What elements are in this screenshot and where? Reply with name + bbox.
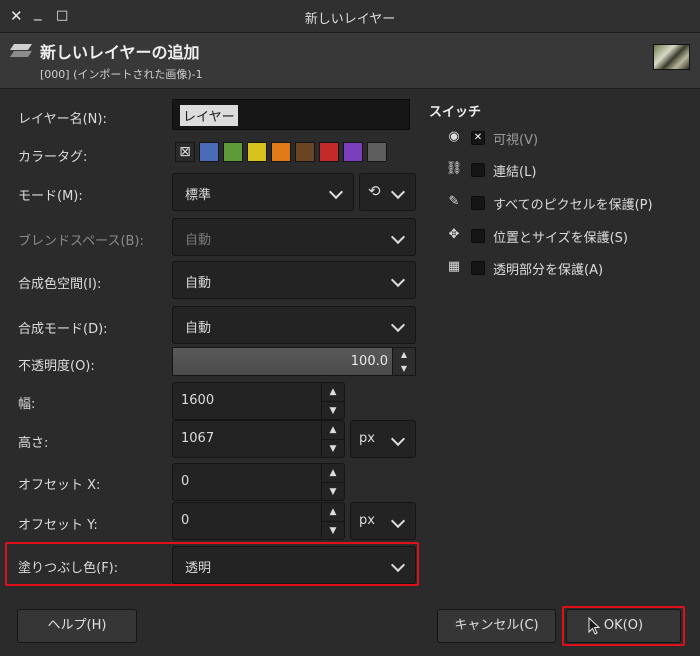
color-tag-swatch[interactable] (319, 142, 339, 162)
switch-checkbox[interactable] (471, 261, 485, 275)
increment-icon[interactable]: ▲ (322, 464, 344, 482)
opacity-spin-arrows: ▲ ▼ (392, 348, 415, 375)
mode-switch-icon: ⟲ (368, 182, 381, 200)
color-tag-swatch[interactable] (271, 142, 291, 162)
help-button[interactable]: ヘルプ(H) (17, 609, 137, 643)
offset-unit-value: px (359, 513, 375, 528)
mode-value: 標準 (185, 188, 212, 203)
width-value: 1600 (181, 393, 215, 408)
window-title: 新しいレイヤー (304, 12, 396, 27)
width-spinner[interactable]: 1600 ▲ ▼ (172, 382, 345, 420)
size-unit-select[interactable]: px (350, 420, 416, 458)
offset-y-label: オフセット Y: (18, 518, 98, 533)
decrement-icon[interactable]: ▼ (322, 401, 344, 420)
opacity-label: 不透明度(O): (18, 359, 95, 374)
color-tag-swatch[interactable] (295, 142, 315, 162)
height-spinner[interactable]: 1067 ▲ ▼ (172, 420, 345, 458)
chevron-down-icon (390, 317, 406, 333)
switch-label: 連結(L) (493, 165, 537, 180)
chevron-down-icon (390, 229, 406, 245)
offset-y-value: 0 (181, 513, 190, 528)
move-icon: ✥ (448, 227, 460, 242)
chevron-down-icon (390, 272, 406, 288)
decrement-icon[interactable]: ▼ (322, 439, 344, 458)
switch-label: 位置とサイズを保護(S) (493, 231, 629, 246)
chevron-down-icon (328, 184, 344, 200)
composite-space-value: 自動 (185, 276, 212, 291)
layer-name-value: レイヤー (180, 105, 238, 126)
decrement-icon[interactable]: ▼ (322, 482, 344, 501)
color-tag-swatch[interactable] (247, 142, 267, 162)
chevron-down-icon (390, 184, 406, 200)
size-unit-value: px (359, 431, 375, 446)
image-thumbnail (653, 44, 690, 70)
offset-x-spinner[interactable]: 0 ▲ ▼ (172, 463, 345, 501)
chevron-down-icon (390, 431, 406, 447)
dialog-title: 新しいレイヤーの追加 (40, 43, 200, 62)
width-label: 幅: (18, 397, 36, 412)
chevron-down-icon (390, 513, 406, 529)
color-tag-none[interactable]: ⊠ (175, 142, 195, 162)
composite-space-label: 合成色空間(I): (18, 277, 102, 292)
mode-select[interactable]: 標準 (172, 173, 354, 211)
new-layer-icon (10, 44, 32, 57)
window-titlebar: ✕ _ □ 新しいレイヤー (0, 0, 700, 33)
decrement-icon[interactable]: ▼ (393, 362, 415, 375)
switches-title: スイッチ (429, 105, 482, 120)
switch-label: 可視(V) (493, 133, 539, 148)
increment-icon[interactable]: ▲ (322, 421, 344, 439)
checkerboard-icon: ▦ (447, 259, 461, 274)
eye-icon: ◉ (448, 129, 460, 144)
blend-space-label: ブレンドスペース(B): (18, 234, 144, 249)
blend-space-select: 自動 (172, 218, 416, 256)
ok-highlight-box (562, 606, 685, 646)
color-tag-label: カラータグ: (18, 150, 88, 165)
layer-name-label: レイヤー名(N): (18, 112, 107, 127)
chain-icon: ⛓ (445, 161, 463, 176)
paintbrush-icon: ✎ (448, 194, 460, 209)
mode-switch-select[interactable]: ⟲ (359, 173, 416, 211)
decrement-icon[interactable]: ▼ (322, 521, 344, 540)
offset-x-label: オフセット X: (18, 478, 101, 493)
height-label: 高さ: (18, 436, 49, 451)
composite-mode-label: 合成モード(D): (18, 322, 108, 337)
color-tag-swatch[interactable] (343, 142, 363, 162)
offset-x-value: 0 (181, 474, 190, 489)
opacity-value: 100.0 (350, 354, 388, 369)
switch-checkbox: ✕ (471, 131, 485, 145)
composite-mode-select[interactable]: 自動 (172, 306, 416, 344)
color-tag-swatch[interactable] (223, 142, 243, 162)
offset-y-spinner[interactable]: 0 ▲ ▼ (172, 502, 345, 540)
switch-checkbox[interactable] (471, 163, 485, 177)
composite-space-select[interactable]: 自動 (172, 261, 416, 299)
fill-highlight-box (5, 542, 419, 586)
height-value: 1067 (181, 431, 215, 446)
switch-checkbox[interactable] (471, 196, 485, 210)
opacity-slider[interactable]: 100.0 ▲ ▼ (172, 347, 416, 376)
increment-icon[interactable]: ▲ (322, 503, 344, 521)
mode-label: モード(M): (18, 189, 83, 204)
dialog-header: 新しいレイヤーの追加 [000] (インポートされた画像)-1 (0, 33, 700, 89)
increment-icon[interactable]: ▲ (393, 348, 415, 361)
mouse-cursor-icon (588, 617, 600, 635)
increment-icon[interactable]: ▲ (322, 383, 344, 401)
cancel-button[interactable]: キャンセル(C) (437, 609, 556, 643)
layer-name-input[interactable]: レイヤー (172, 99, 410, 130)
color-tag-swatch[interactable] (199, 142, 219, 162)
image-subtitle: [000] (インポートされた画像)-1 (40, 68, 203, 81)
color-tag-swatch[interactable] (367, 142, 387, 162)
switch-label: 透明部分を保護(A) (493, 263, 604, 278)
composite-mode-value: 自動 (185, 321, 212, 336)
blend-space-value: 自動 (185, 233, 212, 248)
switch-checkbox[interactable] (471, 229, 485, 243)
switch-label: すべてのピクセルを保護(P) (493, 198, 653, 213)
offset-unit-select[interactable]: px (350, 502, 416, 540)
